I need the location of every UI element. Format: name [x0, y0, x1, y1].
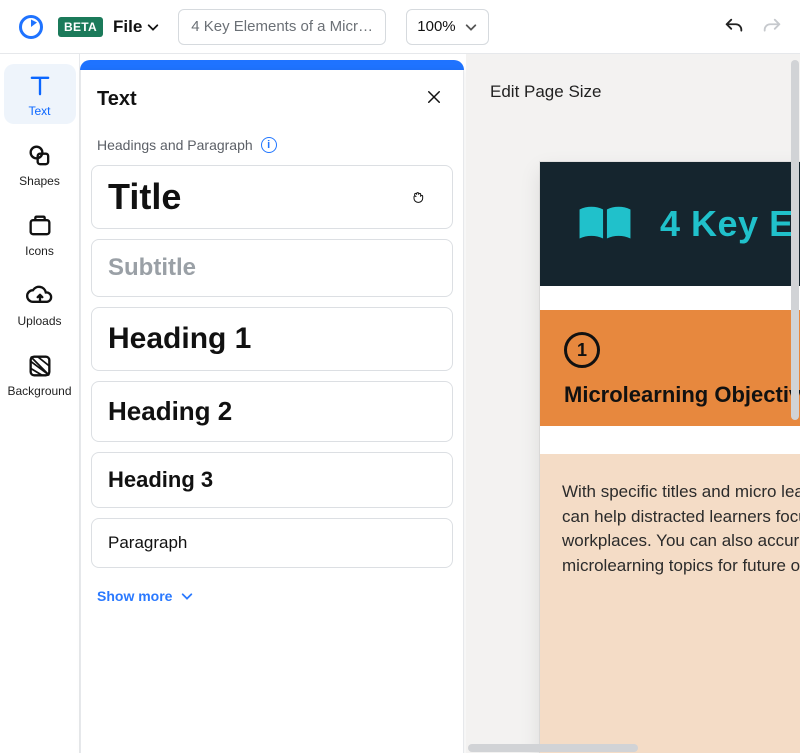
vertical-scrollbar[interactable]	[790, 54, 800, 753]
text-style-heading-3[interactable]: Heading 3	[91, 452, 453, 508]
text-style-heading-2[interactable]: Heading 2	[91, 381, 453, 442]
redo-button[interactable]	[758, 13, 786, 41]
sidebar-item-uploads[interactable]: Uploads	[4, 274, 76, 334]
file-menu[interactable]: File	[113, 17, 160, 37]
close-panel-button[interactable]	[421, 84, 447, 115]
sidebar-item-label: Text	[28, 104, 50, 118]
section-title: Microlearning Objectives (MLO)	[564, 382, 800, 408]
panel-title: Text	[97, 88, 137, 111]
uploads-icon	[26, 282, 54, 310]
edit-page-size[interactable]: Edit Page Size	[490, 82, 602, 102]
background-icon	[26, 352, 54, 380]
sidebar-item-label: Uploads	[17, 314, 61, 328]
chevron-down-icon	[180, 589, 194, 603]
show-more-label: Show more	[97, 588, 172, 604]
document-page[interactable]: 4 Key E 1 Microlearning Objectives (MLO)…	[540, 162, 800, 753]
sidebar-item-label: Icons	[25, 244, 54, 258]
text-icon	[26, 72, 54, 100]
option-label: Paragraph	[108, 533, 187, 552]
app-logo	[14, 10, 48, 44]
section-body[interactable]: With specific titles and micro learning …	[540, 454, 800, 753]
canvas-area[interactable]: Edit Page Size 4 Key E 1 Microlearning O…	[466, 54, 800, 753]
option-label: Title	[108, 176, 181, 218]
sidebar-item-text[interactable]: Text	[4, 64, 76, 124]
close-icon	[425, 88, 443, 106]
option-label: Heading 1	[108, 322, 251, 355]
text-style-title[interactable]: Title	[91, 165, 453, 229]
option-label: Subtitle	[108, 254, 196, 281]
hero-section[interactable]: 4 Key E	[540, 162, 800, 286]
text-style-paragraph[interactable]: Paragraph	[91, 518, 453, 568]
document-title-input[interactable]	[178, 9, 386, 45]
zoom-value: 100%	[417, 18, 455, 35]
scrollbar-thumb[interactable]	[468, 744, 638, 752]
shapes-icon	[26, 142, 54, 170]
text-style-heading-1[interactable]: Heading 1	[91, 307, 453, 371]
icons-icon	[26, 212, 54, 240]
show-more-link[interactable]: Show more	[81, 568, 210, 604]
text-style-subtitle[interactable]: Subtitle	[91, 239, 453, 297]
horizontal-scrollbar[interactable]	[466, 743, 790, 753]
chevron-down-icon	[146, 20, 160, 34]
document-title-input-wrap	[178, 9, 386, 45]
scrollbar-thumb[interactable]	[791, 60, 799, 420]
grab-cursor-icon	[410, 188, 426, 206]
info-icon[interactable]: i	[261, 137, 277, 153]
chevron-down-icon	[464, 20, 478, 34]
sidebar-item-shapes[interactable]: Shapes	[4, 134, 76, 194]
option-label: Heading 3	[108, 467, 213, 492]
file-menu-label: File	[113, 17, 142, 37]
sidebar-item-background[interactable]: Background	[4, 344, 76, 404]
option-label: Heading 2	[108, 396, 232, 426]
zoom-selector[interactable]: 100%	[406, 9, 488, 45]
section-number: 1	[564, 332, 600, 368]
sidebar-item-icons[interactable]: Icons	[4, 204, 76, 264]
sidebar-item-label: Shapes	[19, 174, 60, 188]
text-panel: Text Headings and Paragraph i Title Subt…	[80, 54, 466, 753]
left-sidebar: Text Shapes Icons Uploads Background	[0, 54, 80, 753]
panel-accent-bar	[80, 60, 464, 70]
text-section-label: Headings and Paragraph i	[81, 127, 463, 159]
section-body-text: With specific titles and micro learning …	[562, 482, 800, 575]
beta-badge: BETA	[58, 17, 103, 37]
undo-button[interactable]	[720, 13, 748, 41]
hero-title: 4 Key E	[660, 203, 794, 245]
book-icon	[574, 204, 636, 244]
sidebar-item-label: Background	[7, 384, 71, 398]
topbar: BETA File 100%	[0, 0, 800, 54]
section-header[interactable]: 1 Microlearning Objectives (MLO)	[540, 310, 800, 426]
section-label-text: Headings and Paragraph	[97, 137, 253, 153]
